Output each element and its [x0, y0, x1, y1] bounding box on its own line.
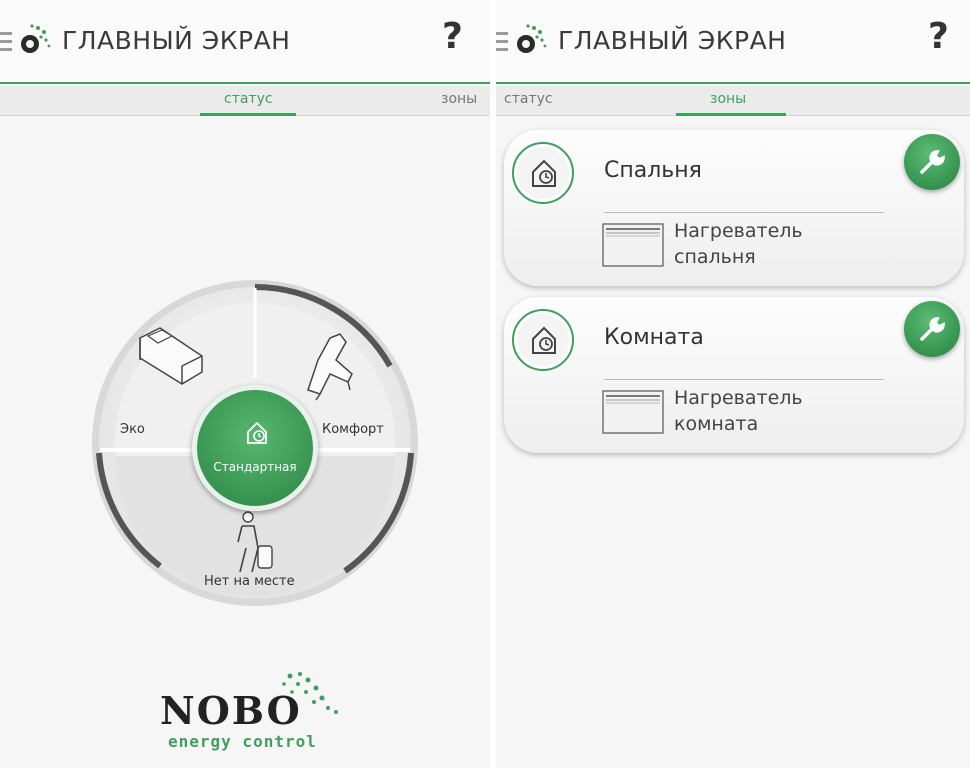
- logo-tagline: energy control: [168, 732, 317, 751]
- menu-icon[interactable]: [496, 32, 510, 52]
- zone-settings-button[interactable]: [904, 301, 960, 357]
- app-header: ГЛАВНЫЙ ЭКРАН ?: [496, 0, 970, 84]
- heater-icon: [602, 390, 664, 434]
- heater-icon: [602, 223, 664, 267]
- mode-eco[interactable]: Эко: [120, 422, 145, 437]
- zones-screen: ГЛАВНЫЙ ЭКРАН ? статус зоны Спальня Нагр…: [496, 0, 970, 768]
- tab-zones[interactable]: зоны: [441, 91, 477, 107]
- heater-name: Нагреватель спальня: [674, 220, 803, 268]
- tab-bar: статус зоны: [0, 86, 490, 116]
- traveler-icon: [237, 511, 273, 573]
- nobo-app-icon: [517, 24, 547, 53]
- mode-standard-button[interactable]: Стандартная: [192, 385, 318, 511]
- help-icon[interactable]: ?: [928, 16, 949, 57]
- page-title: ГЛАВНЫЙ ЭКРАН: [62, 26, 291, 55]
- zone-name: Спальня: [604, 158, 702, 183]
- zone-settings-button[interactable]: [904, 134, 960, 190]
- tab-status[interactable]: статус: [224, 91, 273, 107]
- status-screen: ГЛАВНЫЙ ЭКРАН ? статус зоны Эко Комфорт …: [0, 0, 490, 768]
- tab-status[interactable]: статус: [504, 91, 553, 107]
- zone-separator: [604, 379, 884, 380]
- active-tab-indicator: [676, 113, 786, 116]
- zone-card[interactable]: Комната Нагреватель комната: [504, 297, 964, 453]
- home-clock-icon: [532, 159, 556, 187]
- home-clock-icon: [247, 421, 267, 444]
- menu-icon[interactable]: [0, 32, 14, 52]
- zone-icon: [512, 142, 574, 204]
- wrench-icon: [920, 150, 945, 174]
- zone-card[interactable]: Спальня Нагреватель спальня: [504, 130, 964, 286]
- logo-word: NOBO: [160, 688, 302, 733]
- mode-away[interactable]: Нет на месте: [204, 574, 295, 589]
- tab-bar: статус зоны: [496, 86, 970, 116]
- mode-comfort[interactable]: Комфорт: [322, 422, 384, 437]
- zone-icon: [512, 309, 574, 371]
- page-title: ГЛАВНЫЙ ЭКРАН: [558, 26, 787, 55]
- home-clock-icon: [532, 326, 556, 354]
- nobo-app-icon: [21, 24, 51, 53]
- heater-name: Нагреватель комната: [674, 387, 803, 435]
- recliner-icon: [307, 333, 353, 401]
- help-icon[interactable]: ?: [442, 16, 463, 57]
- zone-name: Комната: [604, 325, 704, 350]
- mode-standard-label: Стандартная: [213, 460, 297, 474]
- tab-zones[interactable]: зоны: [710, 91, 746, 107]
- wrench-icon: [920, 317, 945, 341]
- active-tab-indicator: [200, 113, 296, 116]
- bed-icon: [139, 327, 203, 385]
- zone-separator: [604, 212, 884, 213]
- app-header: ГЛАВНЫЙ ЭКРАН ?: [0, 0, 490, 84]
